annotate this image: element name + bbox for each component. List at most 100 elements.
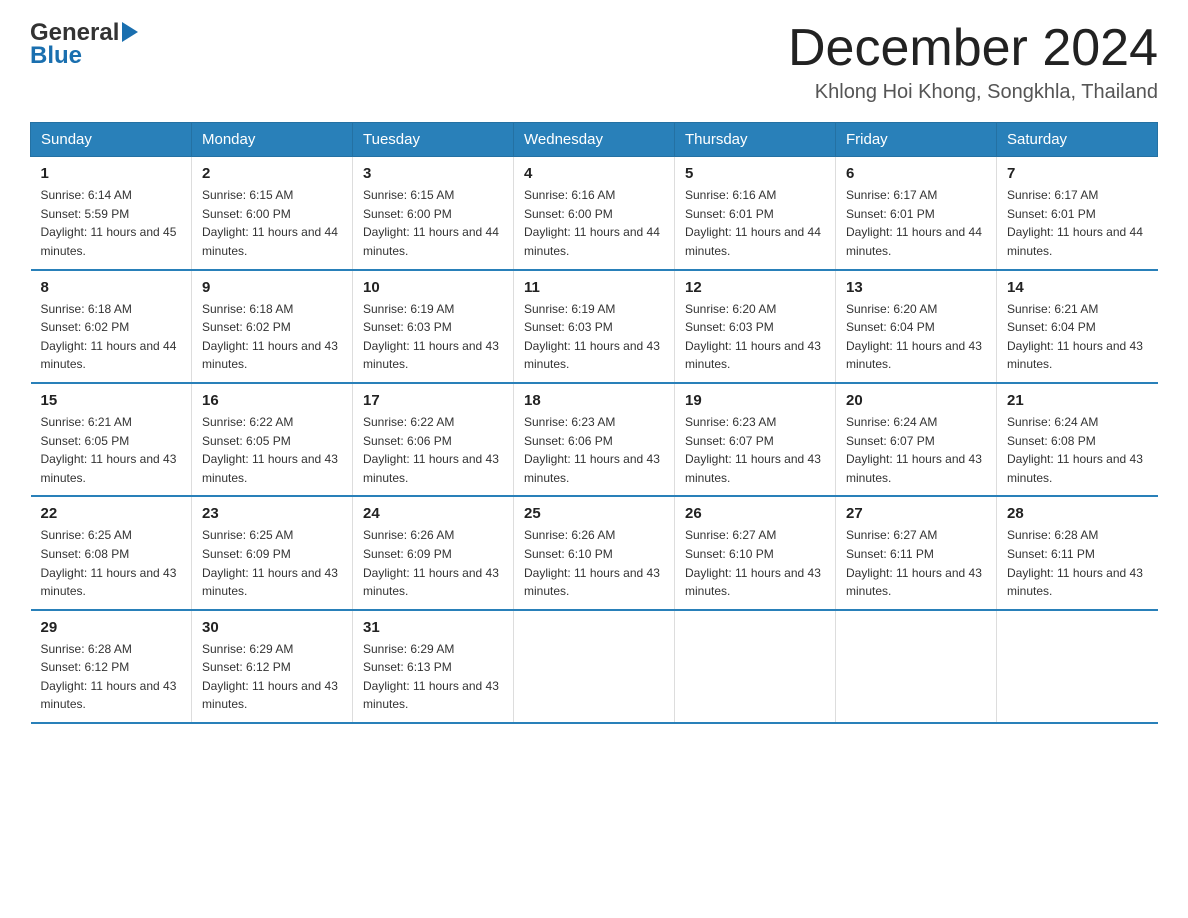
calendar-cell: 30 Sunrise: 6:29 AMSunset: 6:12 PMDaylig… (192, 610, 353, 723)
calendar-cell: 1 Sunrise: 6:14 AMSunset: 5:59 PMDayligh… (31, 157, 192, 270)
day-number: 18 (524, 392, 664, 409)
calendar-cell: 6 Sunrise: 6:17 AMSunset: 6:01 PMDayligh… (836, 157, 997, 270)
calendar-cell: 5 Sunrise: 6:16 AMSunset: 6:01 PMDayligh… (675, 157, 836, 270)
day-number: 8 (41, 279, 182, 296)
day-info: Sunrise: 6:20 AMSunset: 6:04 PMDaylight:… (846, 300, 986, 374)
header-thursday: Thursday (675, 123, 836, 157)
calendar-cell: 9 Sunrise: 6:18 AMSunset: 6:02 PMDayligh… (192, 270, 353, 383)
day-info: Sunrise: 6:28 AMSunset: 6:12 PMDaylight:… (41, 640, 182, 714)
day-info: Sunrise: 6:23 AMSunset: 6:07 PMDaylight:… (685, 413, 825, 487)
week-row-4: 22 Sunrise: 6:25 AMSunset: 6:08 PMDaylig… (31, 496, 1158, 609)
day-number: 3 (363, 165, 503, 182)
day-number: 29 (41, 619, 182, 636)
day-info: Sunrise: 6:16 AMSunset: 6:01 PMDaylight:… (685, 186, 825, 260)
day-number: 2 (202, 165, 342, 182)
calendar-cell: 12 Sunrise: 6:20 AMSunset: 6:03 PMDaylig… (675, 270, 836, 383)
day-number: 25 (524, 505, 664, 522)
day-info: Sunrise: 6:25 AMSunset: 6:08 PMDaylight:… (41, 526, 182, 600)
day-number: 14 (1007, 279, 1148, 296)
logo-blue-text: Blue (30, 43, 138, 69)
calendar-cell: 18 Sunrise: 6:23 AMSunset: 6:06 PMDaylig… (514, 383, 675, 496)
day-info: Sunrise: 6:24 AMSunset: 6:07 PMDaylight:… (846, 413, 986, 487)
calendar-table: SundayMondayTuesdayWednesdayThursdayFrid… (30, 122, 1158, 724)
day-info: Sunrise: 6:26 AMSunset: 6:09 PMDaylight:… (363, 526, 503, 600)
day-number: 7 (1007, 165, 1148, 182)
day-number: 1 (41, 165, 182, 182)
day-info: Sunrise: 6:15 AMSunset: 6:00 PMDaylight:… (202, 186, 342, 260)
week-row-5: 29 Sunrise: 6:28 AMSunset: 6:12 PMDaylig… (31, 610, 1158, 723)
day-info: Sunrise: 6:29 AMSunset: 6:13 PMDaylight:… (363, 640, 503, 714)
day-number: 31 (363, 619, 503, 636)
calendar-cell: 13 Sunrise: 6:20 AMSunset: 6:04 PMDaylig… (836, 270, 997, 383)
calendar-cell (675, 610, 836, 723)
title-block: December 2024 Khlong Hoi Khong, Songkhla… (788, 20, 1158, 104)
day-info: Sunrise: 6:24 AMSunset: 6:08 PMDaylight:… (1007, 413, 1148, 487)
calendar-cell: 16 Sunrise: 6:22 AMSunset: 6:05 PMDaylig… (192, 383, 353, 496)
calendar-cell (997, 610, 1158, 723)
calendar-cell: 2 Sunrise: 6:15 AMSunset: 6:00 PMDayligh… (192, 157, 353, 270)
day-info: Sunrise: 6:27 AMSunset: 6:10 PMDaylight:… (685, 526, 825, 600)
week-row-1: 1 Sunrise: 6:14 AMSunset: 5:59 PMDayligh… (31, 157, 1158, 270)
day-number: 11 (524, 279, 664, 296)
day-number: 9 (202, 279, 342, 296)
calendar-cell: 19 Sunrise: 6:23 AMSunset: 6:07 PMDaylig… (675, 383, 836, 496)
day-info: Sunrise: 6:19 AMSunset: 6:03 PMDaylight:… (524, 300, 664, 374)
day-number: 21 (1007, 392, 1148, 409)
calendar-cell: 10 Sunrise: 6:19 AMSunset: 6:03 PMDaylig… (353, 270, 514, 383)
day-number: 13 (846, 279, 986, 296)
day-number: 10 (363, 279, 503, 296)
day-number: 12 (685, 279, 825, 296)
calendar-cell: 14 Sunrise: 6:21 AMSunset: 6:04 PMDaylig… (997, 270, 1158, 383)
day-info: Sunrise: 6:17 AMSunset: 6:01 PMDaylight:… (846, 186, 986, 260)
logo: General Blue (30, 20, 138, 69)
day-info: Sunrise: 6:20 AMSunset: 6:03 PMDaylight:… (685, 300, 825, 374)
day-info: Sunrise: 6:15 AMSunset: 6:00 PMDaylight:… (363, 186, 503, 260)
day-number: 23 (202, 505, 342, 522)
day-info: Sunrise: 6:29 AMSunset: 6:12 PMDaylight:… (202, 640, 342, 714)
calendar-cell: 15 Sunrise: 6:21 AMSunset: 6:05 PMDaylig… (31, 383, 192, 496)
calendar-cell: 25 Sunrise: 6:26 AMSunset: 6:10 PMDaylig… (514, 496, 675, 609)
calendar-cell: 20 Sunrise: 6:24 AMSunset: 6:07 PMDaylig… (836, 383, 997, 496)
day-info: Sunrise: 6:25 AMSunset: 6:09 PMDaylight:… (202, 526, 342, 600)
day-number: 5 (685, 165, 825, 182)
day-number: 17 (363, 392, 503, 409)
calendar-cell: 21 Sunrise: 6:24 AMSunset: 6:08 PMDaylig… (997, 383, 1158, 496)
calendar-cell: 26 Sunrise: 6:27 AMSunset: 6:10 PMDaylig… (675, 496, 836, 609)
calendar-cell: 22 Sunrise: 6:25 AMSunset: 6:08 PMDaylig… (31, 496, 192, 609)
calendar-header-row: SundayMondayTuesdayWednesdayThursdayFrid… (31, 123, 1158, 157)
calendar-cell: 3 Sunrise: 6:15 AMSunset: 6:00 PMDayligh… (353, 157, 514, 270)
day-number: 16 (202, 392, 342, 409)
day-info: Sunrise: 6:17 AMSunset: 6:01 PMDaylight:… (1007, 186, 1148, 260)
calendar-cell: 23 Sunrise: 6:25 AMSunset: 6:09 PMDaylig… (192, 496, 353, 609)
day-number: 28 (1007, 505, 1148, 522)
day-number: 27 (846, 505, 986, 522)
day-info: Sunrise: 6:18 AMSunset: 6:02 PMDaylight:… (202, 300, 342, 374)
day-info: Sunrise: 6:26 AMSunset: 6:10 PMDaylight:… (524, 526, 664, 600)
day-info: Sunrise: 6:21 AMSunset: 6:05 PMDaylight:… (41, 413, 182, 487)
calendar-cell: 4 Sunrise: 6:16 AMSunset: 6:00 PMDayligh… (514, 157, 675, 270)
location: Khlong Hoi Khong, Songkhla, Thailand (788, 81, 1158, 104)
day-number: 26 (685, 505, 825, 522)
day-info: Sunrise: 6:18 AMSunset: 6:02 PMDaylight:… (41, 300, 182, 374)
day-info: Sunrise: 6:16 AMSunset: 6:00 PMDaylight:… (524, 186, 664, 260)
day-info: Sunrise: 6:21 AMSunset: 6:04 PMDaylight:… (1007, 300, 1148, 374)
header-friday: Friday (836, 123, 997, 157)
day-number: 30 (202, 619, 342, 636)
calendar-cell (514, 610, 675, 723)
calendar-cell: 28 Sunrise: 6:28 AMSunset: 6:11 PMDaylig… (997, 496, 1158, 609)
calendar-cell: 8 Sunrise: 6:18 AMSunset: 6:02 PMDayligh… (31, 270, 192, 383)
page-header: General Blue December 2024 Khlong Hoi Kh… (30, 20, 1158, 104)
day-number: 20 (846, 392, 986, 409)
week-row-2: 8 Sunrise: 6:18 AMSunset: 6:02 PMDayligh… (31, 270, 1158, 383)
day-info: Sunrise: 6:22 AMSunset: 6:06 PMDaylight:… (363, 413, 503, 487)
calendar-cell: 17 Sunrise: 6:22 AMSunset: 6:06 PMDaylig… (353, 383, 514, 496)
day-number: 15 (41, 392, 182, 409)
calendar-cell: 7 Sunrise: 6:17 AMSunset: 6:01 PMDayligh… (997, 157, 1158, 270)
calendar-cell: 29 Sunrise: 6:28 AMSunset: 6:12 PMDaylig… (31, 610, 192, 723)
day-info: Sunrise: 6:19 AMSunset: 6:03 PMDaylight:… (363, 300, 503, 374)
day-number: 4 (524, 165, 664, 182)
day-info: Sunrise: 6:27 AMSunset: 6:11 PMDaylight:… (846, 526, 986, 600)
calendar-cell: 27 Sunrise: 6:27 AMSunset: 6:11 PMDaylig… (836, 496, 997, 609)
day-number: 19 (685, 392, 825, 409)
calendar-cell: 24 Sunrise: 6:26 AMSunset: 6:09 PMDaylig… (353, 496, 514, 609)
